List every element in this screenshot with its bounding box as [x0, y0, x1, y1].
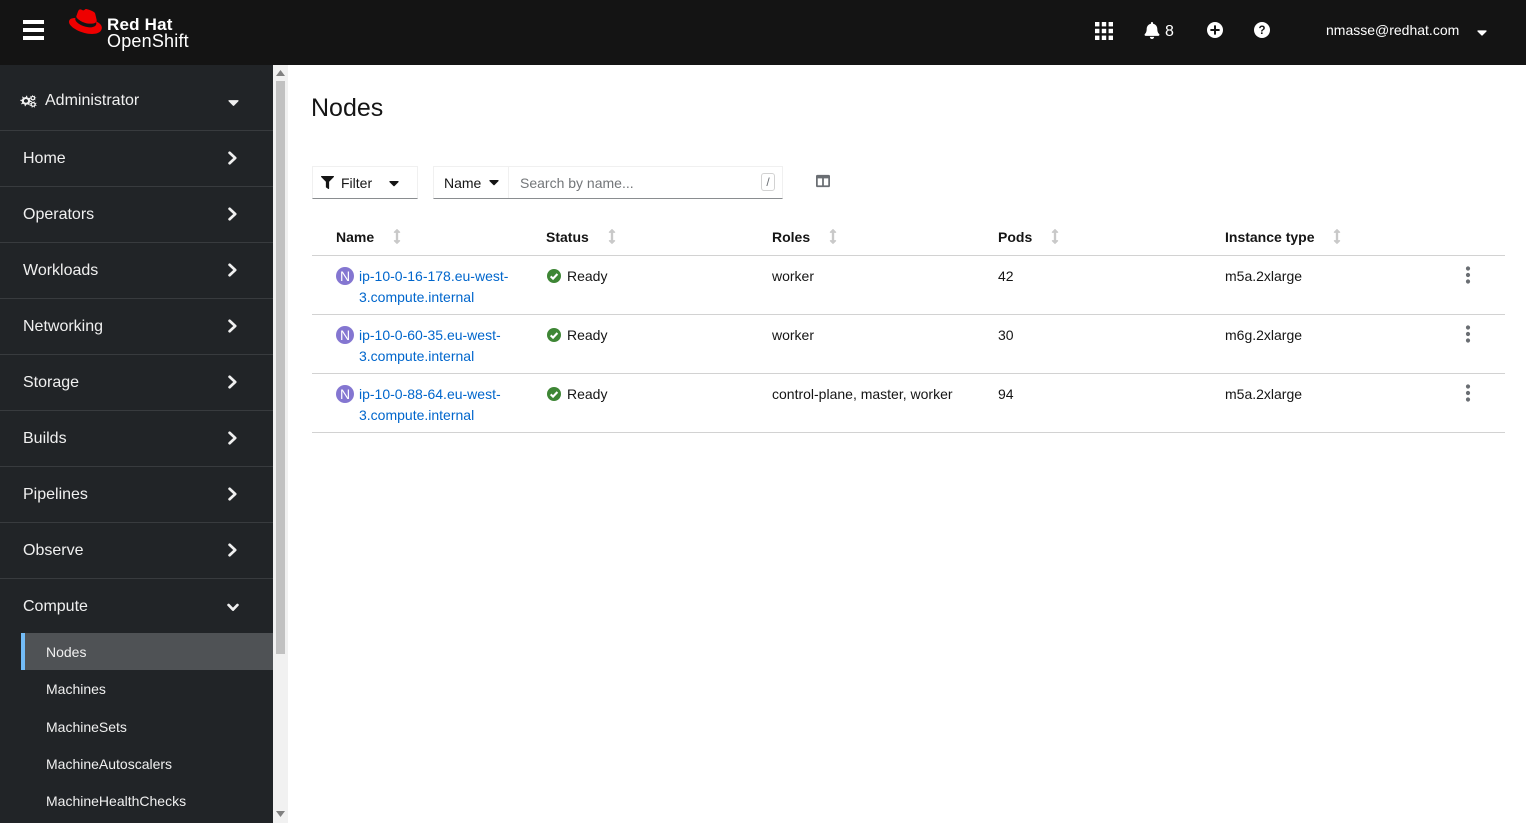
svg-text:?: ?	[1258, 25, 1265, 37]
